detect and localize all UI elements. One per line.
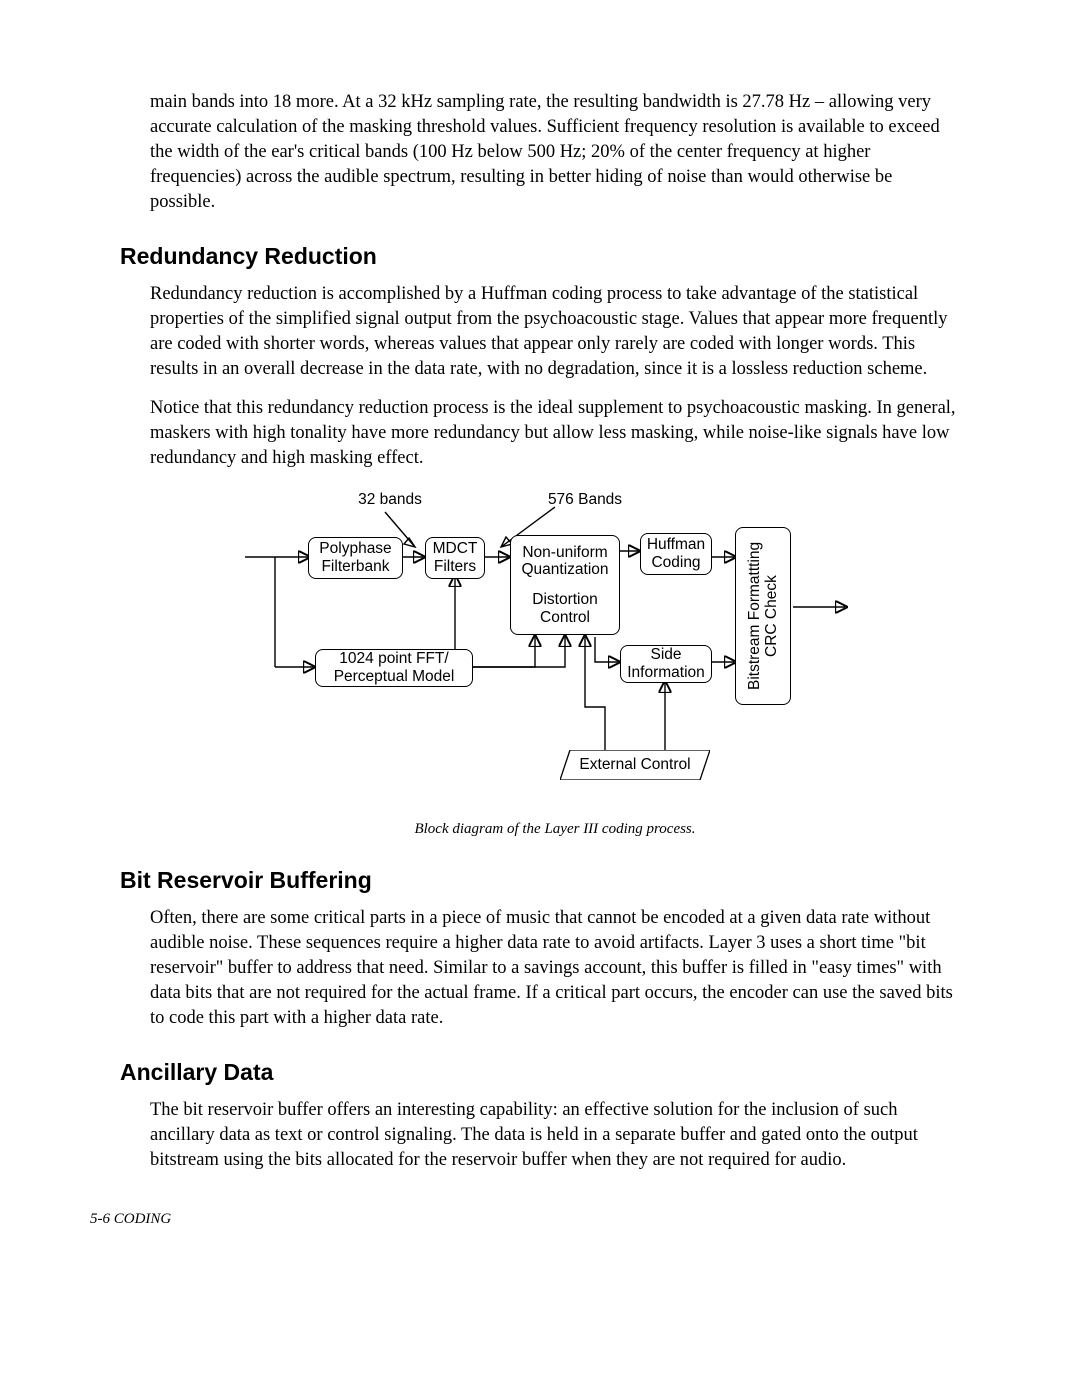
label-32-bands: 32 bands [345,491,435,508]
node-mdct-filters: MDCT Filters [425,537,485,579]
node-polyphase-filterbank: Polyphase Filterbank [308,537,403,579]
heading-bit-reservoir-buffering: Bit Reservoir Buffering [120,865,960,896]
page-footer: 5-6 CODING [90,1209,960,1229]
block-diagram: 32 bands 576 Bands Polyphase Filterbank … [150,497,960,807]
node-bitstream-formatting: Bitstream Formattting CRC Check [735,527,791,705]
node-quantization-distortion: Non-uniform Quantization Distortion Cont… [510,535,620,635]
node-fft-perceptual-model: 1024 point FFT/ Perceptual Model [315,649,473,687]
anc-paragraph: The bit reservoir buffer offers an inter… [150,1098,960,1173]
heading-ancillary-data: Ancillary Data [120,1057,960,1088]
rr-paragraph-1: Redundancy reduction is accomplished by … [150,282,960,382]
node-huffman-coding: Huffman Coding [640,533,712,575]
node-quantization-text: Non-uniform Quantization [517,544,613,580]
label-576-bands: 576 Bands [535,491,635,508]
diagram-caption: Block diagram of the Layer III coding pr… [150,819,960,839]
node-side-information: Side Information [620,645,712,683]
rr-paragraph-2: Notice that this redundancy reduction pr… [150,396,960,471]
heading-redundancy-reduction: Redundancy Reduction [120,241,960,272]
intro-paragraph: main bands into 18 more. At a 32 kHz sam… [150,90,960,215]
node-distortion-text: Distortion Control [517,591,613,627]
brb-paragraph: Often, there are some critical parts in … [150,906,960,1031]
node-external-control: External Control [560,755,710,776]
